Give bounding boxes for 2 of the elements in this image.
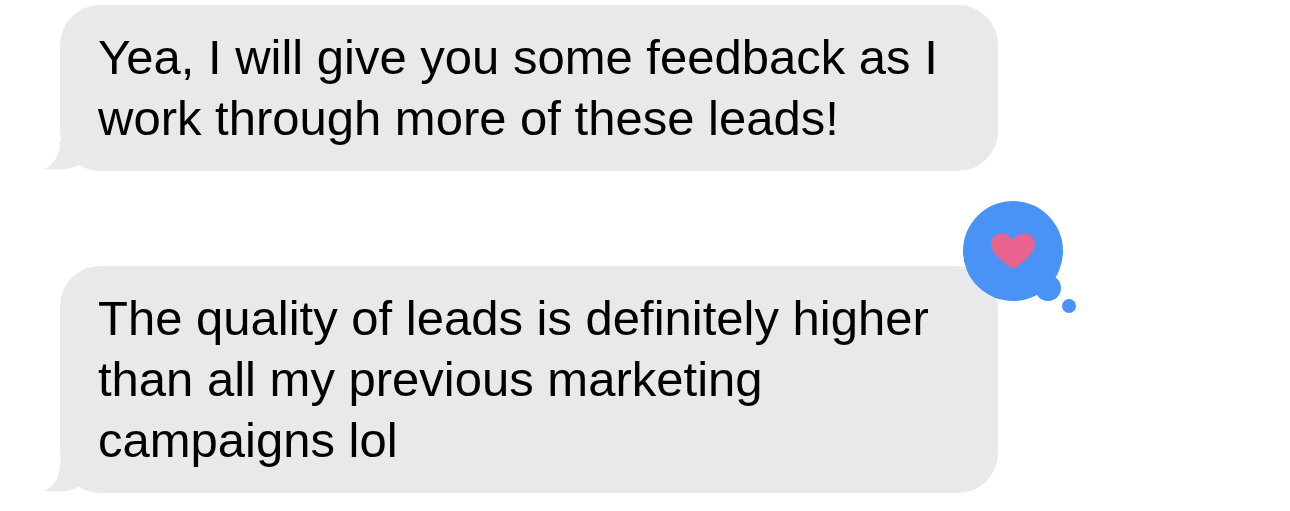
- message-text: Yea, I will give you some feedback as I work through more of these leads!: [98, 29, 939, 147]
- message-text: The quality of leads is definitely higher than all my previous marketing campaigns lol: [98, 290, 930, 469]
